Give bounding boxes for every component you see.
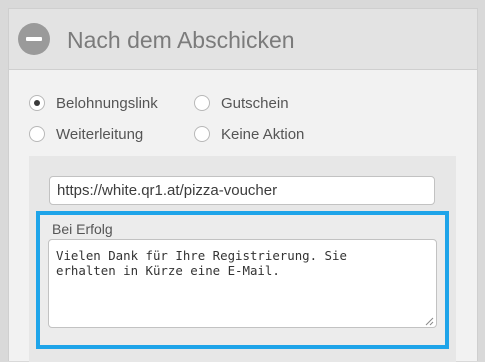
radio-no-action[interactable]: Keine Aktion bbox=[194, 124, 304, 144]
radio-reward-link[interactable]: Belohnungslink bbox=[29, 93, 158, 113]
radio-voucher[interactable]: Gutschein bbox=[194, 93, 289, 113]
radio-button-icon bbox=[194, 95, 210, 111]
section-header: Nach dem Abschicken bbox=[9, 9, 477, 70]
collapse-button[interactable] bbox=[18, 23, 50, 55]
reward-link-input[interactable]: https://white.qr1.at/pizza-voucher bbox=[49, 176, 435, 205]
resize-handle-icon[interactable] bbox=[425, 317, 434, 326]
radio-redirect[interactable]: Weiterleitung bbox=[29, 124, 143, 144]
radio-selected-dot bbox=[34, 100, 40, 106]
radio-button-icon bbox=[29, 126, 45, 142]
radio-button-icon bbox=[29, 95, 45, 111]
success-message-group: Bei Erfolg Vielen Dank für Ihre Registri… bbox=[36, 211, 449, 349]
radio-button-icon bbox=[194, 126, 210, 142]
radio-label: Weiterleitung bbox=[56, 125, 144, 143]
success-message-textarea[interactable]: Vielen Dank für Ihre Registrierung. Sie … bbox=[48, 239, 437, 328]
radio-label: Belohnungslink bbox=[56, 94, 158, 112]
minus-circle-icon bbox=[26, 37, 42, 41]
radio-label: Gutschein bbox=[221, 94, 289, 112]
success-label: Bei Erfolg bbox=[52, 221, 113, 237]
section-title: Nach dem Abschicken bbox=[67, 27, 295, 53]
radio-label: Keine Aktion bbox=[221, 125, 305, 143]
